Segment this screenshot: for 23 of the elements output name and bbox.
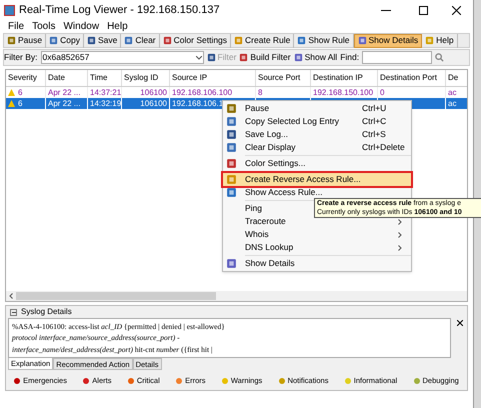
- table-cell: 8: [258, 87, 262, 98]
- shortcut-label: Ctrl+U: [362, 102, 388, 115]
- table-cell: 106100: [140, 98, 167, 109]
- table-cell: Apr 22 ...: [48, 98, 80, 109]
- filter-label: Filter By:: [4, 51, 38, 64]
- table-cell: 192.168.106.100: [172, 87, 232, 98]
- panel-title: Syslog Details: [21, 306, 72, 318]
- table-cell: 0: [380, 87, 384, 98]
- table-cell: Apr 22 ...: [48, 87, 80, 98]
- table-cell: 14:37:21: [90, 87, 121, 98]
- table-cell: 106100: [140, 87, 167, 98]
- table-cell: 6: [18, 87, 22, 98]
- find-label: Find:: [340, 51, 360, 64]
- shortcut-label: Ctrl+S: [362, 128, 387, 141]
- shortcut-label: Ctrl+C: [362, 115, 388, 128]
- table-cell: 14:32:19: [90, 98, 121, 109]
- table-cell: 6: [18, 98, 22, 109]
- table-cell: ac: [448, 98, 456, 109]
- table-cell: ac: [448, 87, 456, 98]
- table-cell: 192.168.150.100: [313, 87, 374, 98]
- shortcut-label: Ctrl+Delete: [362, 141, 406, 154]
- window-title: Real-Time Log Viewer - 192.168.150.137: [19, 2, 220, 18]
- table-cell: 192.168.106.1: [172, 98, 224, 109]
